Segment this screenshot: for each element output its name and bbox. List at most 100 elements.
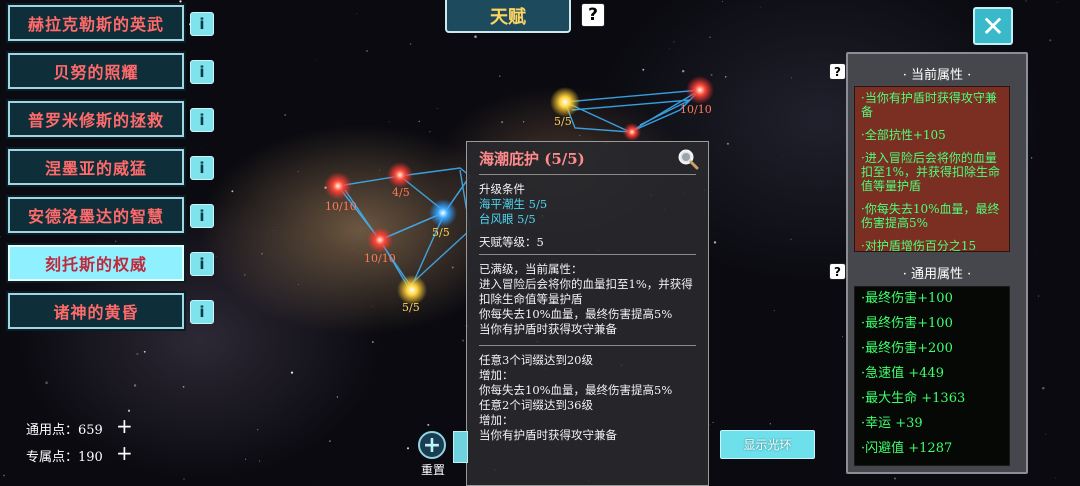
star	[769, 423, 771, 425]
node-red[interactable]	[324, 172, 352, 200]
info-icon[interactable]: i	[190, 108, 214, 132]
star	[451, 266, 454, 269]
partially-hidden-button[interactable]	[453, 431, 468, 463]
list-item: ·幸运 +39	[861, 416, 923, 431]
talent-tab-hercules[interactable]: 赫拉克勒斯的英武	[6, 3, 186, 43]
info-icon[interactable]: i	[190, 204, 214, 228]
star	[372, 341, 374, 343]
talent-tab-prometheus[interactable]: 普罗米修斯的拯救	[6, 99, 186, 139]
list-item: ·最终伤害+100	[861, 316, 953, 331]
add-general-point-button[interactable]: +	[116, 414, 133, 438]
info-icon[interactable]: i	[190, 156, 214, 180]
star	[1038, 295, 1040, 297]
bonus-add-label: 增加：	[479, 413, 514, 427]
info-icon[interactable]: i	[190, 12, 214, 36]
star	[418, 120, 420, 122]
list-item: ·最大生命 +1363	[861, 391, 966, 406]
star	[261, 252, 263, 255]
show-halo-button[interactable]: 显示光环	[720, 430, 815, 459]
star	[115, 240, 117, 242]
star	[1025, 0, 1027, 2]
node-red[interactable]	[367, 227, 393, 253]
star	[462, 339, 465, 342]
node-red[interactable]	[686, 76, 714, 104]
node-yellow[interactable]	[550, 87, 580, 117]
general-attributes-list[interactable]: ·最终伤害+100 ·最终伤害+100 ·最终伤害+200 ·急速值 +449 …	[854, 286, 1010, 466]
star	[127, 409, 131, 412]
star	[256, 428, 259, 431]
star	[259, 460, 261, 462]
star	[579, 135, 581, 137]
info-icon[interactable]: i	[190, 300, 214, 324]
star	[710, 73, 713, 76]
talent-tab-ragnarok[interactable]: 诸神的黄昏	[6, 291, 186, 331]
help-icon[interactable]: ?	[829, 63, 846, 80]
node-red[interactable]	[623, 123, 641, 141]
divider	[479, 254, 696, 255]
bonus-effect: 你每失去10%血量，最终伤害提高5%	[479, 383, 673, 397]
star	[290, 371, 294, 374]
node-label: 5/5	[554, 115, 572, 128]
star	[267, 234, 269, 235]
star	[136, 352, 139, 356]
star	[329, 440, 331, 442]
list-item: ·当你有护盾时获得攻守兼备	[861, 91, 997, 119]
requirement-item: 海平潮生 5/5	[479, 197, 548, 211]
star	[522, 121, 525, 123]
general-attributes-title: · 通用属性 ·	[902, 267, 972, 282]
star	[372, 306, 374, 307]
star	[474, 35, 477, 38]
star	[713, 241, 717, 244]
node-label: 10/10	[680, 103, 712, 116]
current-attributes-list[interactable]: ·当你有护盾时获得攻守兼备 ·全部抗性+105 ·进入冒险后会将你的血量扣至1%…	[854, 86, 1010, 252]
star	[724, 75, 727, 78]
star	[1030, 157, 1033, 159]
star	[726, 142, 729, 145]
help-icon[interactable]: ?	[829, 263, 846, 280]
general-points: 通用点：659	[26, 423, 103, 438]
close-button[interactable]: ✕	[973, 7, 1013, 45]
page-title: 天赋	[445, 0, 571, 33]
node-label: 5/5	[432, 226, 450, 239]
star	[501, 121, 504, 124]
star	[773, 310, 775, 312]
node-label: 10/10	[364, 252, 396, 265]
star	[1042, 386, 1045, 390]
divider	[479, 345, 696, 346]
bonus-condition: 任意2个词缀达到36级	[479, 398, 593, 412]
list-item: ·进入冒险后会将你的血量扣至1%，并获得扣除生命值等量护盾	[861, 151, 1001, 193]
star	[499, 75, 501, 77]
talent-tab-andromeda[interactable]: 安德洛墨达的智慧	[6, 195, 186, 235]
star	[1054, 477, 1056, 479]
star	[243, 274, 246, 276]
talent-tab-nemea[interactable]: 涅墨亚的威猛	[6, 147, 186, 187]
requirement-label: 升级条件	[479, 182, 525, 196]
star	[1056, 2, 1058, 3]
node-label: 4/5	[392, 186, 410, 199]
talent-tab-bennu[interactable]: 贝努的照耀	[6, 51, 186, 91]
add-exclusive-point-button[interactable]: +	[116, 441, 133, 465]
list-item: ·闪避值 +1287	[861, 441, 953, 456]
star	[143, 350, 146, 353]
talent-tab-cetus[interactable]: 刻托斯的权威	[6, 243, 186, 283]
star	[133, 384, 137, 387]
star	[336, 396, 339, 398]
magnifier-icon[interactable]	[677, 148, 699, 170]
node-blue[interactable]	[429, 199, 457, 227]
bonus-add-label: 增加：	[479, 368, 514, 382]
star	[1045, 433, 1047, 435]
reset-label[interactable]: 重置	[418, 461, 448, 478]
star	[356, 13, 358, 14]
help-icon[interactable]: ?	[581, 3, 605, 27]
star	[406, 447, 410, 450]
star	[353, 247, 355, 249]
list-item: ·你每失去10%血量，最终伤害提高5%	[861, 202, 1000, 230]
node-label: 5/5	[402, 301, 420, 314]
reset-icon[interactable]: +	[418, 431, 446, 459]
info-icon[interactable]: i	[190, 60, 214, 84]
info-icon[interactable]: i	[190, 252, 214, 276]
star	[791, 77, 792, 79]
talent-screen: 10/10 4/5 5/5 10/10 5/5 5/5 10/10 赫拉克勒斯的…	[0, 0, 1080, 486]
node-red[interactable]	[387, 162, 413, 188]
star	[427, 423, 430, 426]
